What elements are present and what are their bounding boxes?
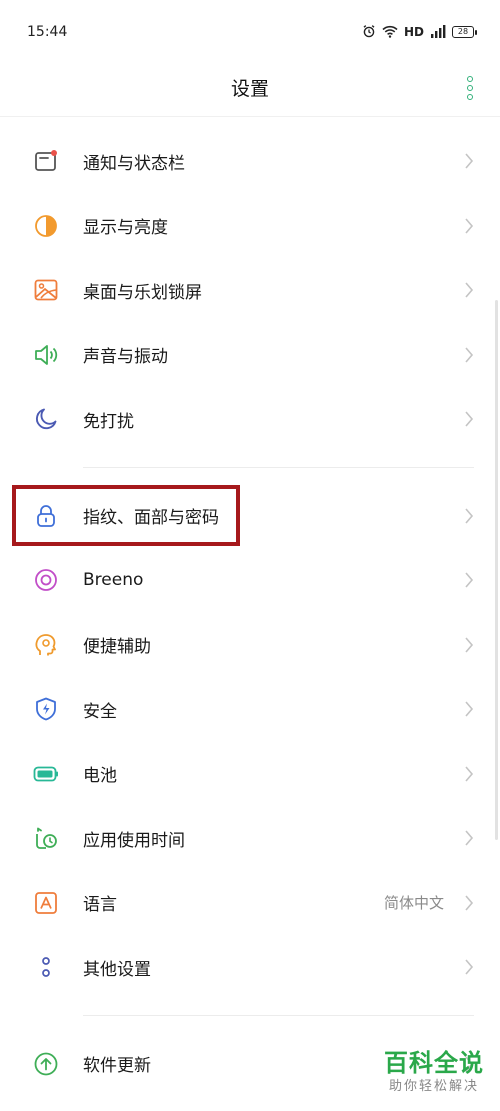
language-icon [33, 890, 59, 916]
speaker-icon [33, 342, 59, 368]
shield-icon [33, 696, 59, 722]
display-brightness-icon [33, 213, 59, 239]
wallpaper-icon [33, 277, 59, 303]
settings-item-convenience-assist[interactable]: 便捷辅助 [0, 613, 500, 678]
settings-item-app-usage-time[interactable]: 应用使用时间 [0, 806, 500, 871]
app-timer-icon [33, 825, 59, 851]
settings-item-label: 其他设置 [83, 959, 151, 980]
more-options-button[interactable] [462, 76, 478, 100]
page-title: 设置 [230, 78, 269, 100]
watermark: 百科全说 助你轻松解决 [384, 1048, 484, 1096]
chevron-right-icon [464, 765, 474, 783]
status-icons: HD 28 [362, 22, 477, 42]
settings-item-security[interactable]: 安全 [0, 677, 500, 742]
battery-icon [33, 761, 59, 787]
settings-item-display[interactable]: 显示与亮度 [0, 194, 500, 259]
settings-item-language[interactable]: 语言 简体中文 [0, 871, 500, 936]
breeno-icon [33, 567, 59, 593]
settings-item-fingerprint-face-password[interactable]: 指纹、面部与密码 [0, 484, 500, 549]
chevron-right-icon [464, 507, 474, 525]
watermark-title: 百科全说 [384, 1049, 484, 1077]
status-time: 15:44 [27, 24, 68, 40]
settings-item-label: 软件更新 [83, 1056, 151, 1077]
settings-item-label: 安全 [83, 701, 117, 722]
settings-item-label: 声音与振动 [83, 347, 168, 368]
settings-item-wallpaper[interactable]: 桌面与乐划锁屏 [0, 258, 500, 323]
settings-item-label: 显示与亮度 [83, 218, 168, 239]
chevron-right-icon [464, 571, 474, 589]
battery-status: 28 [452, 26, 477, 38]
settings-item-label: 免打扰 [83, 411, 134, 432]
settings-item-label: Breeno [83, 570, 144, 591]
settings-item-label: 电池 [83, 766, 117, 787]
chevron-right-icon [464, 217, 474, 235]
chevron-right-icon [464, 700, 474, 718]
group-divider [0, 1000, 500, 1032]
signal-icon [430, 23, 446, 42]
assist-icon [33, 632, 59, 658]
chevron-right-icon [464, 281, 474, 299]
settings-item-sound[interactable]: 声音与振动 [0, 323, 500, 388]
status-bar: 15:44 HD 28 [0, 0, 500, 60]
settings-item-battery[interactable]: 电池 [0, 742, 500, 807]
wifi-icon [382, 23, 398, 42]
chevron-right-icon [464, 410, 474, 428]
chevron-right-icon [464, 958, 474, 976]
settings-item-label: 应用使用时间 [83, 830, 185, 851]
header: 设置 [0, 60, 500, 116]
settings-item-notifications[interactable]: 通知与状态栏 [0, 129, 500, 194]
watermark-subtitle: 助你轻松解决 [388, 1079, 479, 1094]
other-settings-icon [33, 954, 59, 980]
update-icon [33, 1051, 59, 1077]
lock-icon [33, 503, 59, 529]
chevron-right-icon [464, 152, 474, 170]
scrollbar[interactable] [495, 300, 498, 840]
chevron-right-icon [464, 894, 474, 912]
chevron-right-icon [464, 829, 474, 847]
group-divider [0, 452, 500, 484]
settings-item-label: 语言 [83, 895, 117, 916]
header-divider [0, 116, 500, 117]
settings-item-breeno[interactable]: Breeno [0, 548, 500, 613]
notification-icon [33, 148, 59, 174]
settings-item-label: 指纹、面部与密码 [83, 508, 219, 529]
chevron-right-icon [464, 346, 474, 364]
settings-list: 通知与状态栏 显示与亮度 桌面与乐划锁屏 声音与振动 免打扰 指纹、面部与密码 … [0, 129, 500, 1096]
settings-item-label: 便捷辅助 [83, 637, 151, 658]
language-current-value: 简体中文 [383, 894, 444, 913]
settings-item-label: 通知与状态栏 [83, 153, 185, 174]
more-vertical-icon [467, 76, 473, 82]
settings-item-do-not-disturb[interactable]: 免打扰 [0, 387, 500, 452]
settings-item-other-settings[interactable]: 其他设置 [0, 935, 500, 1000]
alarm-icon [362, 23, 376, 42]
network-hd-label: HD [403, 25, 424, 39]
settings-item-label: 桌面与乐划锁屏 [83, 282, 202, 303]
moon-icon [33, 406, 59, 432]
chevron-right-icon [464, 636, 474, 654]
